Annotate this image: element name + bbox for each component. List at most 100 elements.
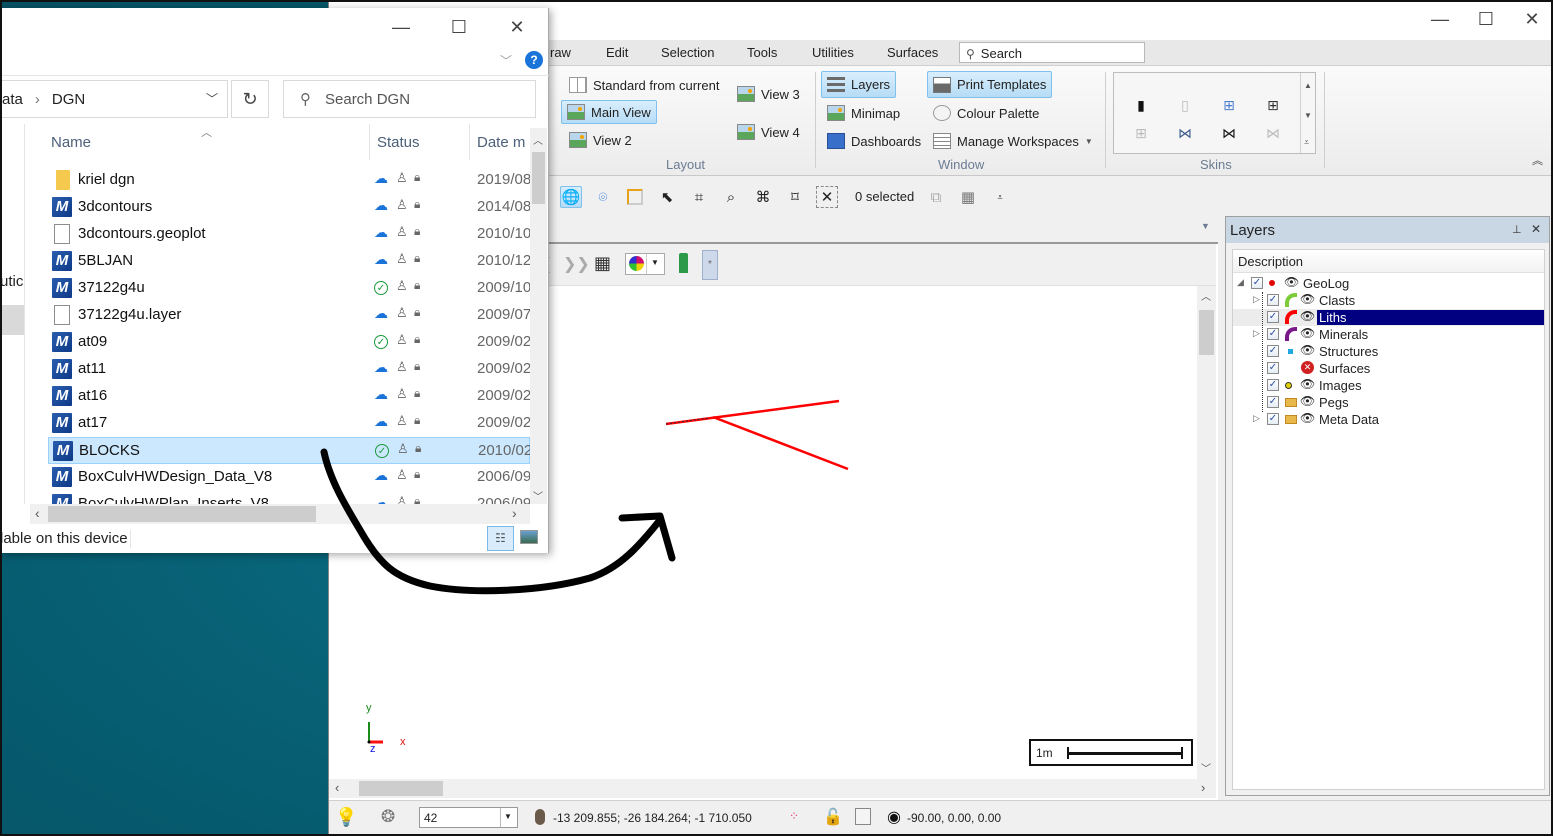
file-row[interactable]: 3dcontours.geoplot ☁ ♙ 🔒︎ 2010/10 [48, 221, 530, 248]
file-row[interactable]: Mat09 ✓ ♙ 🔒︎ 2009/02 [48, 329, 530, 356]
scroll-up-icon[interactable]: ︿ [533, 132, 543, 147]
select-polygon-icon[interactable]: ⌘ [752, 186, 774, 208]
column-name[interactable]: Name [51, 134, 91, 151]
office-skin-icon[interactable]: ▮ [1134, 97, 1148, 113]
explorer-maximize-button[interactable]: ☐ [436, 8, 482, 46]
scroll-down-icon[interactable]: ﹀ [1201, 760, 1211, 775]
eye-icon[interactable]: 👁 [1300, 394, 1315, 408]
layer-row[interactable]: ✓ 👁 Liths [1233, 309, 1544, 326]
address-dropdown-icon[interactable]: ﹀ [206, 90, 218, 107]
collapse-icon[interactable]: ◢ [1237, 277, 1244, 288]
large-icons-view-button[interactable] [520, 530, 538, 544]
unlock-icon[interactable]: 🔓 [823, 807, 843, 827]
expand-icon[interactable]: ▷ [1253, 294, 1260, 305]
view-horizontal-scrollbar[interactable]: ‹ › [329, 779, 1216, 798]
standard-from-current-button[interactable]: Standard from current [563, 73, 725, 97]
scroll-thumb[interactable] [1199, 310, 1214, 355]
file-row[interactable]: M BoxCulvHWDesign_Data_V8 ☁ ♙ 🔒︎ 2006/09 [48, 464, 530, 491]
file-row[interactable]: M 3dcontours ☁ ♙ 🔒︎ 2014/08 [48, 194, 530, 221]
help-icon[interactable]: ? [525, 51, 543, 69]
refresh-button[interactable]: ↻ [231, 80, 269, 118]
zoom-level-dropdown[interactable]: 42 ▼ [419, 807, 518, 828]
layer-row[interactable]: ▷ ✓ 👁 Clasts [1233, 292, 1544, 309]
layer-visibility-checkbox[interactable]: ✓ [1267, 379, 1279, 391]
app-minimize-button[interactable]: — [1417, 0, 1463, 38]
description-column-header[interactable]: Description [1233, 250, 1544, 273]
collapse-ribbon-icon[interactable]: ︽ [1532, 152, 1543, 168]
scroll-thumb[interactable] [359, 781, 443, 796]
minimap-button[interactable]: Minimap [821, 101, 906, 125]
lightbulb-icon[interactable]: 💡 [335, 807, 357, 828]
frame-icon[interactable] [624, 186, 646, 208]
eye-icon[interactable]: 👁 [1300, 411, 1315, 425]
layer-visibility-checkbox[interactable]: ✓ [1267, 396, 1279, 408]
view-2-button[interactable]: View 2 [563, 128, 638, 152]
globe-icon[interactable]: 🌐 [560, 186, 582, 208]
view-4-button[interactable]: View 4 [731, 120, 806, 144]
breadcrumb-current[interactable]: DGN [52, 91, 85, 108]
bookmark-icon[interactable] [679, 253, 688, 273]
column-status[interactable]: Status [377, 134, 420, 151]
menu-utilities[interactable]: Utilities [812, 45, 854, 60]
eye-icon[interactable]: 👁 [1300, 309, 1315, 323]
layer-row[interactable]: ✓ 👁 Images [1233, 377, 1544, 394]
select-crop-icon[interactable]: ⌑ [784, 186, 806, 208]
vs-dark-skin-icon[interactable]: ⋈ [1222, 125, 1236, 141]
scroll-thumb[interactable] [532, 152, 545, 204]
colour-palette-button[interactable]: Colour Palette [927, 101, 1045, 125]
note-icon[interactable] [855, 808, 871, 825]
pin-icon[interactable]: ⊥ [1512, 223, 1522, 236]
address-bar[interactable]: ata › DGN ﹀ [0, 80, 228, 118]
table-icon[interactable]: ▦ [957, 186, 979, 208]
menu-surfaces[interactable]: Surfaces [887, 45, 938, 60]
select-rect-icon[interactable]: ⌗ [688, 186, 710, 208]
office-light-skin-icon[interactable]: ▯ [1178, 97, 1192, 113]
eye-icon[interactable]: 👁 [1300, 343, 1315, 357]
layer-visibility-checkbox[interactable]: ✓ [1267, 413, 1279, 425]
details-view-button[interactable]: ☷ [487, 526, 514, 551]
file-row[interactable]: Mat11 ☁ ♙ 🔒︎ 2009/02 [48, 356, 530, 383]
document-dropdown-icon[interactable]: ▼ [1201, 221, 1210, 231]
blue-skin-icon[interactable]: ⊞ [1222, 97, 1236, 113]
layer-visibility-checkbox[interactable]: ✓ [1267, 294, 1279, 306]
layer-visibility-checkbox[interactable]: ✓ [1267, 311, 1279, 323]
scroll-left-icon[interactable]: ‹ [35, 505, 40, 521]
explorer-horizontal-scrollbar[interactable]: ‹ › [30, 504, 530, 524]
layer-row[interactable]: ▷ ✓ 👁 Minerals [1233, 326, 1544, 343]
layer-row[interactable]: ✓ 👁 Structures [1233, 343, 1544, 360]
column-separator[interactable] [369, 124, 370, 160]
gallery-scroll-down-icon[interactable]: ▼ [1304, 111, 1312, 120]
expand-icon[interactable]: ▷ [1253, 328, 1260, 339]
print-templates-button[interactable]: Print Templates [927, 71, 1053, 98]
scroll-up-icon[interactable]: ︿ [1201, 288, 1211, 303]
layer-row[interactable]: ✓ 👁 Pegs [1233, 394, 1544, 411]
menu-draw[interactable]: raw [550, 45, 571, 60]
layers-button[interactable]: Layers [821, 71, 897, 98]
panel-close-icon[interactable]: ✕ [1531, 222, 1541, 236]
expand-icon[interactable]: ▷ [1253, 413, 1260, 424]
explorer-close-button[interactable]: ✕ [494, 8, 540, 46]
fast-forward-icon[interactable]: ❯❯ [563, 254, 590, 274]
file-row[interactable]: Mat16 ☁ ♙ 🔒︎ 2009/02 [48, 383, 530, 410]
scroll-right-icon[interactable]: › [512, 505, 517, 521]
asterisk-button[interactable]: * [702, 250, 718, 280]
location-pin-icon[interactable]: ⌾ [592, 186, 614, 208]
gallery-scroll-up-icon[interactable]: ▲ [1304, 81, 1312, 90]
grid-icon[interactable]: ▦ [594, 253, 611, 274]
file-row[interactable]: 37122g4u.layer ☁ ♙ 🔒︎ 2009/07 [48, 302, 530, 329]
copy-selection-icon[interactable]: ⧉ [925, 186, 947, 208]
file-row[interactable]: M 5BLJAN ☁ ♙ 🔒︎ 2010/12 [48, 248, 530, 275]
app-search-input[interactable]: ⚲ Search [959, 42, 1145, 63]
explorer-minimize-button[interactable]: — [378, 8, 424, 46]
view-3-button[interactable]: View 3 [731, 82, 806, 106]
eye-icon[interactable]: 👁 [1300, 326, 1315, 340]
scroll-thumb[interactable] [48, 506, 316, 522]
layer-visibility-checkbox[interactable]: ✓ [1267, 328, 1279, 340]
file-row[interactable]: M 37122g4u ✓ ♙ 🔒︎ 2009/10 [48, 275, 530, 302]
app-maximize-button[interactable]: ☐ [1463, 0, 1509, 38]
toolbar-overflow-icon[interactable]: ⩡ [989, 186, 1011, 208]
dashboards-button[interactable]: Dashboards [821, 129, 927, 153]
eye-icon[interactable]: 👁 [1284, 275, 1299, 289]
file-row[interactable]: kriel dgn ☁ ♙ 🔒︎ 2019/08 [48, 167, 530, 194]
scroll-down-icon[interactable]: ﹀ [533, 488, 543, 503]
